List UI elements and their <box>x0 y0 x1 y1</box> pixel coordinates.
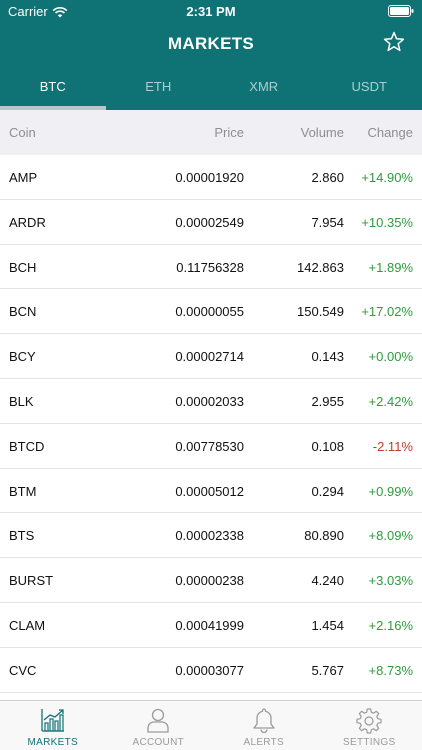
currency-tabs: BTC ETH XMR USDT <box>0 66 422 110</box>
coin-price: 0.00002033 <box>175 393 244 409</box>
table-header: Coin Price Volume Change <box>0 110 422 155</box>
coin-volume: 5.767 <box>311 662 344 678</box>
coin-volume: 0.143 <box>311 349 344 365</box>
coin-volume: 1.454 <box>311 617 344 633</box>
battery-icon <box>388 5 414 17</box>
table-row[interactable]: BURST 0.00000238 4.240 +3.03% <box>0 558 422 603</box>
coin-price: 0.00041999 <box>175 617 244 633</box>
coin-change: +8.09% <box>368 528 413 544</box>
table-row[interactable]: BLK 0.00002033 2.955 +2.42% <box>0 379 422 424</box>
tab-xmr[interactable]: XMR <box>211 66 317 110</box>
coin-volume: 150.549 <box>297 304 344 320</box>
coin-change: -2.11% <box>372 438 413 454</box>
coin-change: +0.99% <box>368 483 413 499</box>
tab-btc[interactable]: BTC <box>0 66 106 110</box>
tabbar-label: SETTINGS <box>343 737 396 748</box>
coin-volume: 4.240 <box>311 573 344 589</box>
coin-symbol: BURST <box>9 573 54 589</box>
table-row[interactable]: BCY 0.00002714 0.143 +0.00% <box>0 334 422 379</box>
coin-change: +14.90% <box>361 170 413 185</box>
coin-volume: 142.863 <box>297 259 344 275</box>
tabbar-label: ALERTS <box>243 737 285 748</box>
coin-price: 0.00005012 <box>175 483 244 499</box>
tabbar-markets[interactable]: MARKETS <box>0 701 106 750</box>
coin-price: 0.11756328 <box>176 259 244 275</box>
page-title: MARKETS <box>167 34 255 53</box>
table-row[interactable]: BTCD 0.00778530 0.108 -2.11% <box>0 424 422 469</box>
coin-symbol: BCN <box>9 304 37 320</box>
gear-icon <box>356 708 382 734</box>
column-header-change[interactable]: Change <box>367 125 413 140</box>
table-row[interactable]: BTS 0.00002338 80.890 +8.09% <box>0 513 422 559</box>
tab-eth[interactable]: ETH <box>106 66 212 110</box>
coin-price: 0.00002714 <box>175 349 244 365</box>
column-header-price[interactable]: Price <box>214 125 244 140</box>
coin-symbol: BLK <box>9 393 34 409</box>
coin-change: +8.73% <box>368 662 413 678</box>
status-time: 2:31 PM <box>186 4 236 19</box>
tabbar-alerts[interactable]: ALERTS <box>211 701 317 750</box>
coin-change: +2.42% <box>368 393 413 409</box>
table-row[interactable]: BTM 0.00005012 0.294 +0.99% <box>0 469 422 514</box>
star-icon[interactable] <box>382 30 406 54</box>
coin-change: +3.03% <box>368 573 413 589</box>
coin-change: +17.02% <box>361 304 413 320</box>
coin-symbol: AMP <box>9 170 38 185</box>
coin-symbol: BTM <box>9 483 37 499</box>
coin-volume: 0.294 <box>311 483 344 499</box>
coin-price: 0.00002338 <box>175 528 244 544</box>
table-row[interactable]: AMP 0.00001920 2.860 +14.90% <box>0 155 422 200</box>
tabbar-account[interactable]: ACCOUNT <box>106 701 212 750</box>
coin-volume: 7.954 <box>311 214 344 230</box>
coin-price: 0.00001920 <box>175 170 244 185</box>
coin-volume: 0.108 <box>311 438 344 454</box>
coin-price: 0.00000055 <box>175 304 244 320</box>
coin-symbol: BCH <box>9 259 37 275</box>
table-row[interactable]: CVC 0.00003077 5.767 +8.73% <box>0 648 422 693</box>
table-row[interactable]: ARDR 0.00002549 7.954 +10.35% <box>0 200 422 245</box>
status-bar: Carrier 2:31 PM <box>0 0 422 22</box>
coin-symbol: CVC <box>9 662 37 678</box>
chart-icon <box>41 709 64 732</box>
coin-symbol: BCY <box>9 349 36 365</box>
tabbar-label: ACCOUNT <box>132 737 185 748</box>
coin-symbol: BTS <box>9 528 35 544</box>
coin-symbol: BTCD <box>9 438 45 454</box>
coin-symbol: CLAM <box>9 617 46 633</box>
coin-change: +0.00% <box>368 349 413 365</box>
table-row[interactable]: BCH 0.11756328 142.863 +1.89% <box>0 245 422 290</box>
table-row[interactable]: CLAM 0.00041999 1.454 +2.16% <box>0 603 422 648</box>
coin-change: +1.89% <box>368 259 413 275</box>
coin-price: 0.00003077 <box>175 662 244 678</box>
coin-volume: 80.890 <box>304 528 344 544</box>
market-list: AMP 0.00001920 2.860 +14.90% ARDR 0.0000… <box>0 155 422 693</box>
bell-icon <box>253 708 275 734</box>
tabbar-label: MARKETS <box>27 737 78 748</box>
header-bar: Carrier 2:31 PM MARKETS BTC ETH XMR USDT <box>0 0 422 110</box>
column-header-volume[interactable]: Volume <box>301 125 344 140</box>
coin-volume: 2.955 <box>311 393 344 409</box>
coin-change: +2.16% <box>368 617 413 633</box>
tabbar-settings[interactable]: SETTINGS <box>317 701 422 750</box>
tab-usdt[interactable]: USDT <box>317 66 422 110</box>
coin-price: 0.00000238 <box>175 573 244 589</box>
coin-change: +10.35% <box>361 214 413 230</box>
table-row[interactable]: BCN 0.00000055 150.549 +17.02% <box>0 289 422 335</box>
coin-price: 0.00002549 <box>175 214 244 230</box>
person-icon <box>147 708 169 733</box>
coin-price: 0.00778530 <box>175 438 244 454</box>
coin-volume: 2.860 <box>311 170 344 185</box>
coin-symbol: ARDR <box>9 214 46 230</box>
column-header-coin[interactable]: Coin <box>9 125 36 140</box>
bottom-tab-bar: MARKETS ACCOUNT ALERTS SETTINGS <box>0 700 422 750</box>
